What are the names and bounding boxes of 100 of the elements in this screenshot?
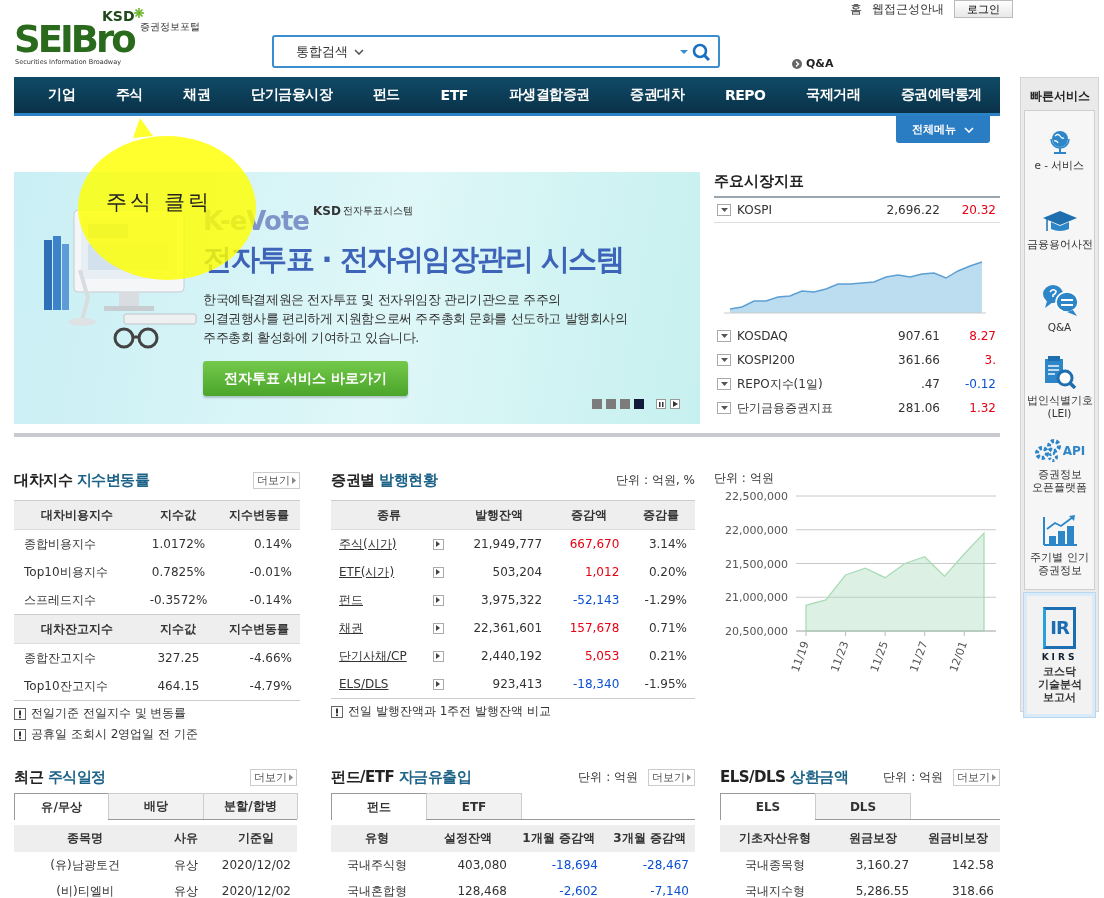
panel-title: 빠른서비스 bbox=[1028, 88, 1091, 105]
tab[interactable]: 유/무상 bbox=[14, 793, 110, 820]
table-cell-text: (비)티엘비 bbox=[55, 882, 115, 898]
nav-link[interactable]: 증권대차 bbox=[630, 86, 685, 104]
service-link[interactable]: API 증권정보 오픈플랫폼 bbox=[1025, 427, 1094, 506]
caret-icon bbox=[680, 49, 688, 54]
dropdown-toggle[interactable] bbox=[717, 354, 731, 366]
service-label: e - 서비스 bbox=[1034, 159, 1085, 172]
footnote: 전일기준 전일지수 및 변동률 bbox=[31, 705, 187, 722]
table-cell-text: 유상 bbox=[172, 882, 199, 898]
column-header: 기준일 bbox=[215, 825, 297, 852]
table-cell: 923,413 bbox=[447, 670, 551, 699]
nav-link[interactable]: 펀드 bbox=[372, 86, 400, 104]
table-cell: 667,670 bbox=[550, 529, 628, 558]
security-type-link[interactable]: ELS/DLS bbox=[339, 677, 389, 691]
nav-link[interactable]: 채권 bbox=[183, 86, 211, 104]
nav-link[interactable]: ETF bbox=[440, 87, 468, 103]
nav-link[interactable]: 증권예탁통계 bbox=[900, 86, 982, 104]
table-cell-text: 128,468 bbox=[456, 883, 508, 898]
security-type-link[interactable]: 펀드 bbox=[339, 592, 363, 607]
nav-link[interactable]: 파생결합증권 bbox=[508, 86, 590, 104]
table-cell-text: -2,602 bbox=[558, 883, 599, 898]
more-button[interactable]: 더보기 bbox=[648, 768, 695, 786]
nav-link[interactable]: 국제거래 bbox=[806, 86, 861, 104]
top-link[interactable]: 웹접근성안내 bbox=[872, 0, 944, 18]
dropdown-toggle[interactable] bbox=[717, 378, 731, 390]
service-label: 법인식별기호 (LEI) bbox=[1026, 393, 1093, 420]
table-cell-text: 142.58 bbox=[951, 857, 995, 874]
security-type-link[interactable]: ETF(시가) bbox=[339, 564, 395, 579]
index-name: 단기금융증권지표 bbox=[737, 399, 834, 417]
nav-link[interactable]: 주식 bbox=[115, 86, 143, 104]
tab[interactable]: DLS bbox=[815, 793, 911, 819]
table-cell-text: 국내지수형 bbox=[744, 882, 807, 898]
security-type-link[interactable]: 채권 bbox=[339, 620, 363, 635]
play-icon bbox=[672, 401, 678, 407]
table-cell-text: -0.01% bbox=[248, 564, 293, 581]
column-header: 대차비용지수 bbox=[14, 500, 139, 530]
service-link[interactable]: 금융용어사전 bbox=[1025, 190, 1094, 269]
table-cell-text: 0.7825% bbox=[150, 564, 207, 581]
service-label: 증권정보 오픈플랫폼 bbox=[1032, 468, 1087, 494]
dropdown-toggle[interactable] bbox=[717, 402, 731, 414]
unit-label: 단위 : 억원 bbox=[578, 768, 638, 786]
chevron-icon bbox=[964, 126, 974, 133]
service-link[interactable]: Q&A bbox=[1025, 269, 1094, 348]
pause-button[interactable] bbox=[656, 399, 666, 409]
service-label: 금융용어사전 bbox=[1026, 237, 1093, 251]
tab[interactable]: 분할/합병 bbox=[202, 793, 298, 819]
table-cell: 3.14% bbox=[627, 529, 695, 558]
column-header: 지수변동률 bbox=[218, 500, 300, 530]
table-cell-text: -1.29% bbox=[643, 592, 688, 609]
axis-label: 12/01 bbox=[947, 639, 971, 674]
play-button[interactable] bbox=[670, 399, 680, 409]
table-cell-text: 0.21% bbox=[647, 648, 688, 665]
logo-caption: KIRS bbox=[1041, 651, 1078, 662]
tab[interactable]: 배당 bbox=[108, 793, 204, 819]
table-cell-text: -28,467 bbox=[641, 857, 690, 874]
security-type-link[interactable]: 주식(시가) bbox=[339, 536, 397, 551]
service-link[interactable]: 법인식별기호 (LEI) bbox=[1025, 348, 1094, 427]
service-link[interactable]: e - 서비스 bbox=[1025, 111, 1094, 190]
more-button[interactable]: 더보기 bbox=[250, 768, 297, 786]
sparkle-icon bbox=[134, 8, 144, 18]
nav-link[interactable]: 기업 bbox=[48, 86, 75, 104]
more-button[interactable]: 더보기 bbox=[253, 471, 300, 489]
column-header: 증감액 bbox=[550, 500, 628, 530]
more-button[interactable]: 더보기 bbox=[953, 768, 1000, 786]
detail-button[interactable] bbox=[432, 650, 444, 662]
security-type-link[interactable]: 단기사채/CP bbox=[339, 648, 407, 663]
nav-link[interactable]: 단기금융시장 bbox=[251, 86, 333, 104]
service-label: 코스닥 기술분석 보고서 bbox=[1037, 664, 1082, 704]
detail-button[interactable] bbox=[432, 622, 444, 634]
caret-icon bbox=[720, 358, 728, 362]
tab[interactable]: ELS bbox=[720, 793, 816, 820]
dropdown-toggle[interactable] bbox=[717, 330, 731, 342]
dropdown-toggle[interactable] bbox=[717, 204, 731, 216]
detail-button[interactable] bbox=[432, 594, 444, 606]
column-header: 종목명 bbox=[14, 825, 156, 852]
tab[interactable]: 펀드 bbox=[331, 793, 427, 820]
qna-link[interactable]: Q&A bbox=[792, 57, 834, 70]
globe-icon bbox=[1047, 129, 1072, 154]
all-menu-button[interactable]: 전체메뉴 bbox=[896, 116, 990, 143]
table-cell-text: 3,975,322 bbox=[480, 592, 544, 609]
column-header: 지수값 bbox=[139, 500, 218, 530]
nav-link[interactable]: REPO bbox=[724, 87, 766, 103]
caret-icon bbox=[687, 773, 691, 781]
table-cell-text: 0.71% bbox=[647, 620, 688, 637]
login-button[interactable]: 로그인 bbox=[954, 0, 1013, 18]
scope-dropdown[interactable]: 통합검색 bbox=[294, 40, 366, 63]
service-link[interactable]: 주기별 인기 증권정보 bbox=[1025, 506, 1094, 585]
table-cell-text: 403,080 bbox=[456, 857, 508, 874]
table-cell-text: 157,678 bbox=[568, 620, 621, 637]
detail-button[interactable] bbox=[432, 538, 444, 550]
service-link[interactable]: IR KIRS 코스닥 기술분석 보고서 bbox=[1027, 599, 1092, 711]
index-value: 2,696.22 bbox=[885, 203, 940, 217]
tab[interactable]: ETF bbox=[426, 793, 522, 819]
top-link[interactable]: 홈 bbox=[850, 0, 862, 18]
detail-button[interactable] bbox=[432, 566, 444, 578]
index-change: -0.12 bbox=[963, 377, 997, 391]
caret-icon bbox=[992, 773, 996, 781]
detail-button[interactable] bbox=[432, 678, 444, 690]
table-cell-text: -7,140 bbox=[649, 883, 690, 898]
